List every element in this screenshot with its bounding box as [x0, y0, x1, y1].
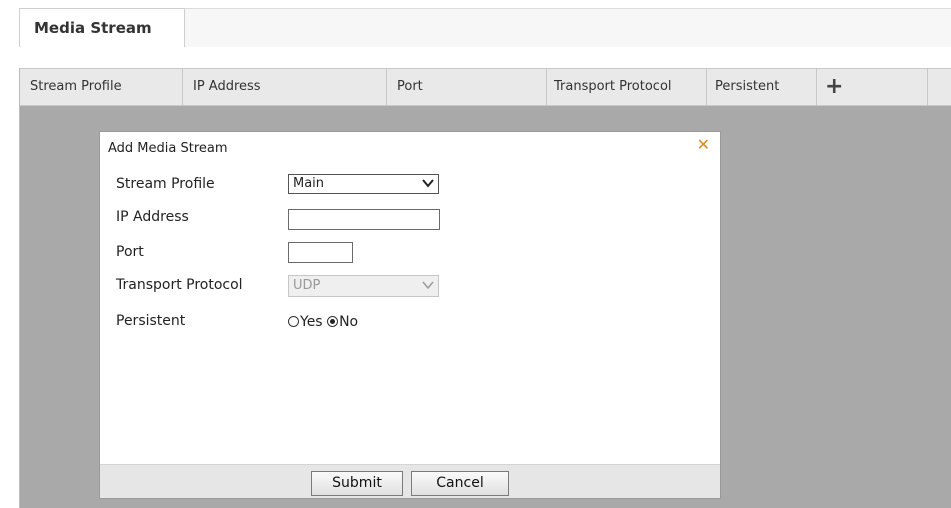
column-ip-address: IP Address [183, 69, 387, 105]
stream-profile-label: Stream Profile [116, 176, 215, 192]
dialog-title: Add Media Stream [108, 141, 228, 156]
media-stream-page: Media Stream Stream Profile IP Address P… [0, 0, 951, 508]
stream-table-header: Stream Profile IP Address Port Transport… [20, 68, 951, 106]
column-persistent: Persistent [707, 69, 817, 105]
plus-icon[interactable]: + [817, 69, 928, 105]
transport-protocol-label: Transport Protocol [116, 277, 243, 293]
ip-address-input[interactable] [288, 209, 440, 230]
cancel-button[interactable]: Cancel [411, 471, 509, 496]
column-spacer [928, 69, 951, 105]
persistent-yes-radio[interactable] [288, 316, 299, 327]
port-label: Port [116, 244, 144, 260]
close-icon[interactable]: ✕ [697, 135, 710, 154]
persistent-label: Persistent [116, 313, 186, 329]
column-stream-profile: Stream Profile [20, 69, 183, 105]
transport-protocol-select: UDP [288, 275, 439, 297]
transport-protocol-value: UDP [293, 278, 321, 293]
persistent-no-label: No [339, 314, 359, 330]
tab-bar-filler [185, 8, 951, 47]
column-port: Port [387, 69, 547, 105]
tab-bar: Media Stream [19, 8, 951, 47]
tab-media-stream[interactable]: Media Stream [19, 8, 185, 47]
port-input[interactable] [288, 242, 353, 263]
column-transport-protocol: Transport Protocol [547, 69, 707, 105]
persistent-no-radio[interactable] [327, 316, 339, 327]
add-media-stream-dialog: Add Media Stream ✕ Stream Profile Main I… [99, 131, 721, 499]
submit-button[interactable]: Submit [311, 471, 403, 496]
stream-profile-select[interactable]: Main [288, 174, 439, 194]
ip-address-label: IP Address [116, 209, 189, 225]
stream-profile-value: Main [293, 176, 325, 191]
persistent-yes-label: Yes [300, 314, 323, 330]
chevron-down-icon [422, 176, 434, 193]
chevron-down-icon [422, 278, 434, 295]
dialog-footer: Submit Cancel [100, 464, 720, 498]
persistent-radio-group: Yes No [288, 314, 358, 330]
